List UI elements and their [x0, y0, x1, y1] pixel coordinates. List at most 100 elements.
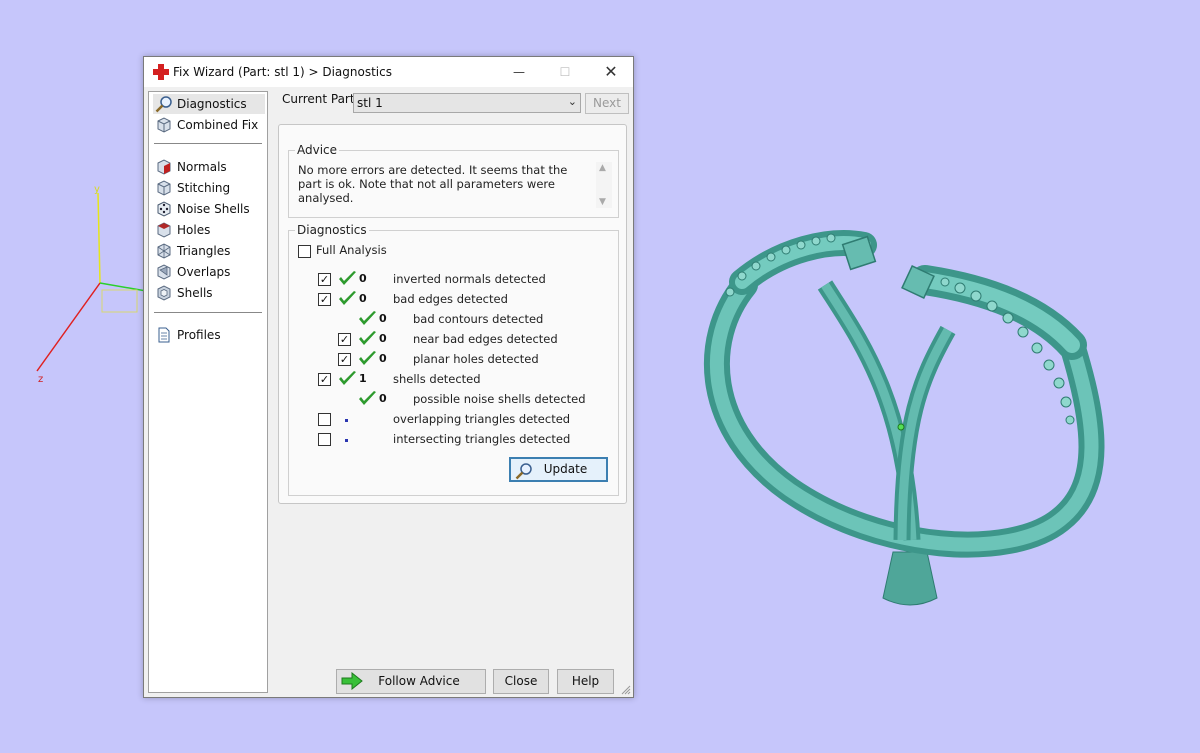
diagnostic-label: bad contours detected	[413, 312, 544, 326]
cube-hole-icon	[157, 222, 171, 238]
diagnostic-label: bad edges detected	[393, 292, 508, 306]
diagnostic-row: ✓ 0 planar holes detected	[289, 350, 609, 370]
current-part-value: stl 1	[357, 96, 383, 110]
sidebar-item-label: Shells	[177, 286, 213, 300]
diagnostic-count: 1	[359, 372, 367, 385]
diagnostic-row: ✓ 0 bad edges detected	[289, 290, 609, 310]
ring-model[interactable]	[703, 230, 1105, 606]
diagnostic-checkbox[interactable]	[318, 433, 331, 446]
document-icon	[158, 327, 170, 343]
follow-advice-button[interactable]: Follow Advice	[336, 669, 486, 694]
diagnostics-group-title: Diagnostics	[295, 223, 369, 237]
diagnostic-label: possible noise shells detected	[413, 392, 586, 406]
diagnostic-row: ✓ 0 inverted normals detected	[289, 270, 609, 290]
sidebar-item-label: Stitching	[177, 181, 231, 195]
sidebar-item-stitching[interactable]: Stitching	[153, 178, 265, 198]
sidebar-item-normals[interactable]: Normals	[153, 157, 265, 177]
diagnostic-label: intersecting triangles detected	[393, 432, 571, 446]
advice-scrollbar[interactable]: ▲ ▼	[596, 162, 612, 208]
pending-dot-icon	[345, 439, 348, 442]
axis-triad: y z	[36, 184, 153, 385]
diagnostic-label: shells detected	[393, 372, 481, 386]
axis-z-label: z	[38, 374, 43, 385]
diagnostic-checkbox[interactable]	[318, 413, 331, 426]
sidebar-item-noise-shells[interactable]: Noise Shells	[153, 199, 265, 219]
advice-group-title: Advice	[295, 143, 340, 157]
triangle-mesh-icon	[157, 243, 171, 259]
diagnostic-count: 0	[359, 272, 367, 285]
green-check-icon	[359, 391, 376, 405]
sidebar-item-label: Profiles	[177, 328, 221, 342]
next-button[interactable]: Next	[585, 93, 629, 114]
window-title: Fix Wizard (Part: stl 1) > Diagnostics	[173, 65, 392, 79]
diagnostic-checkbox[interactable]: ✓	[318, 273, 331, 286]
magnifier-icon	[155, 96, 172, 113]
diagnostic-checkbox[interactable]: ✓	[338, 333, 351, 346]
axis-y-label: y	[94, 184, 100, 195]
sidebar-item-shells[interactable]: Shells	[153, 283, 265, 303]
help-button[interactable]: Help	[557, 669, 614, 694]
diagnostic-row: 0 bad contours detected	[289, 310, 609, 330]
diagnostic-row: 0 possible noise shells detected	[289, 390, 609, 410]
scroll-up-icon[interactable]: ▲	[599, 163, 606, 173]
sidebar-item-overlaps[interactable]: Overlaps	[153, 262, 265, 282]
update-button-label: Update	[543, 462, 588, 476]
magnifier-icon	[515, 463, 532, 480]
sidebar-item-diagnostics[interactable]: Diagnostics	[153, 94, 265, 114]
diagnostic-checkbox[interactable]: ✓	[318, 293, 331, 306]
sidebar-item-profiles[interactable]: Profiles	[153, 325, 265, 345]
diagnostic-label: near bad edges detected	[413, 332, 558, 346]
diagnostics-panel: Advice No more errors are detected. It s…	[278, 124, 627, 504]
green-check-icon	[359, 331, 376, 345]
sidebar-item-label: Overlaps	[177, 265, 231, 279]
diagnostic-count: 0	[359, 292, 367, 305]
shell-icon	[157, 285, 171, 301]
green-arrow-icon	[341, 672, 363, 690]
diagnostic-count: 0	[379, 332, 387, 345]
diagnostic-row: ✓ 0 near bad edges detected	[289, 330, 609, 350]
sidebar-item-label: Noise Shells	[177, 202, 250, 216]
sidebar-item-label: Combined Fix	[177, 118, 259, 132]
sidebar-item-triangles[interactable]: Triangles	[153, 241, 265, 261]
update-button[interactable]: Update	[509, 457, 608, 482]
green-check-icon	[339, 271, 356, 285]
follow-advice-label: Follow Advice	[378, 674, 460, 688]
pending-dot-icon	[345, 419, 348, 422]
diagnostic-row: overlapping triangles detected	[289, 410, 609, 430]
minimize-button[interactable]: —	[496, 57, 542, 87]
diagnostic-checkbox[interactable]: ✓	[318, 373, 331, 386]
diagnostic-count: 0	[379, 392, 387, 405]
diagnostic-checkbox[interactable]: ✓	[338, 353, 351, 366]
title-bar[interactable]: Fix Wizard (Part: stl 1) > Diagnostics —…	[144, 57, 633, 87]
sidebar-item-holes[interactable]: Holes	[153, 220, 265, 240]
diagnostic-row: ✓ 1 shells detected	[289, 370, 609, 390]
current-part-select[interactable]: stl 1 ⌄	[353, 93, 581, 113]
resize-grip-icon[interactable]	[621, 685, 631, 695]
close-button[interactable]: Close	[493, 669, 549, 694]
diagnostic-label: inverted normals detected	[393, 272, 546, 286]
fix-wizard-dialog: Fix Wizard (Part: stl 1) > Diagnostics —…	[143, 56, 634, 698]
wizard-sidebar: Diagnostics Combined Fix Normals Stitchi…	[148, 91, 268, 693]
maximize-button[interactable]: ☐	[542, 57, 588, 87]
sidebar-item-label: Normals	[177, 160, 227, 174]
advice-text: No more errors are detected. It seems th…	[298, 163, 568, 205]
current-part-label: Current Part:	[282, 92, 359, 106]
close-window-button[interactable]: ✕	[588, 57, 634, 87]
cube-icon	[157, 180, 171, 196]
green-check-icon	[339, 371, 356, 385]
green-check-icon	[359, 351, 376, 365]
chevron-down-icon: ⌄	[567, 95, 577, 108]
diagnostic-label: overlapping triangles detected	[393, 412, 571, 426]
red-cross-icon	[153, 64, 169, 80]
diagnostic-count: 0	[379, 352, 387, 365]
sidebar-item-label: Holes	[177, 223, 211, 237]
sidebar-item-combined-fix[interactable]: Combined Fix	[153, 115, 265, 135]
overlap-icon	[157, 264, 171, 280]
full-analysis-checkbox[interactable]	[298, 245, 311, 258]
cube-icon	[157, 117, 171, 133]
green-check-icon	[339, 291, 356, 305]
scroll-down-icon[interactable]: ▼	[599, 197, 606, 207]
sidebar-divider	[154, 143, 262, 144]
sidebar-item-label: Triangles	[177, 244, 231, 258]
diagnostic-label: planar holes detected	[413, 352, 539, 366]
